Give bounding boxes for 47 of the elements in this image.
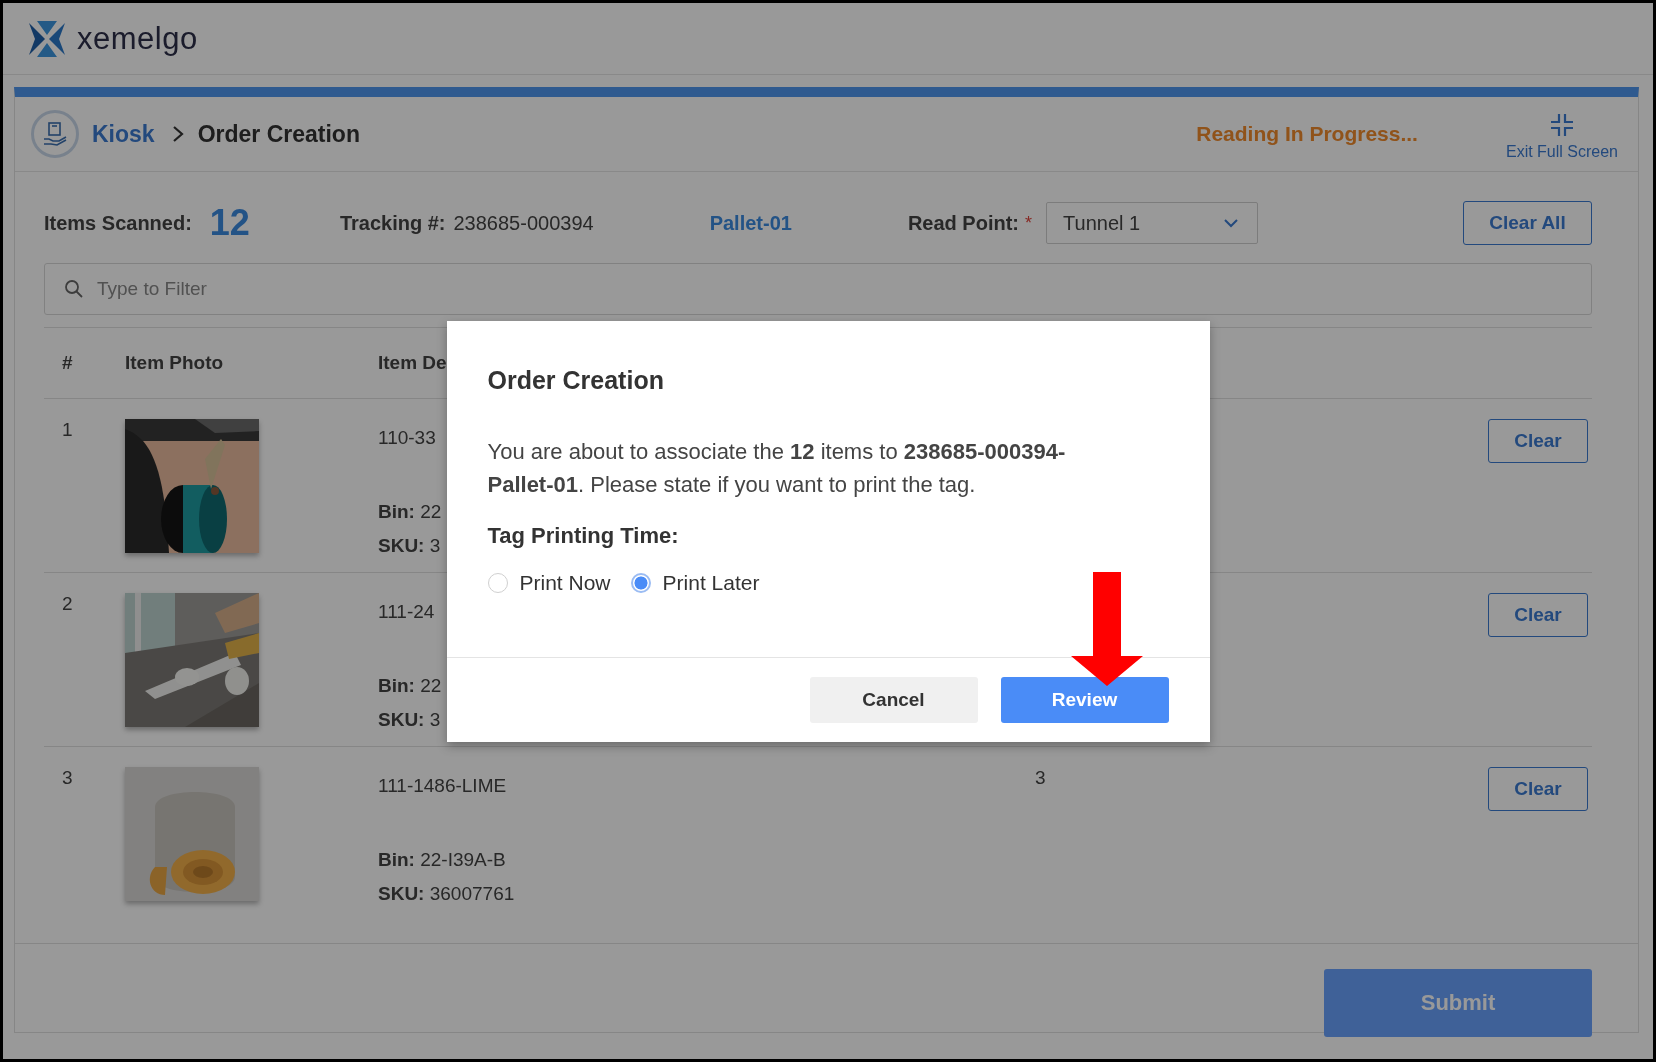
tracking-label: Tracking #: xyxy=(339,211,446,235)
exit-full-screen-button[interactable]: Exit Full Screen xyxy=(1505,113,1618,161)
reading-status: Reading In Progress... xyxy=(1196,122,1418,146)
row-number: 3 xyxy=(62,767,74,790)
row-number: 1 xyxy=(62,419,74,442)
clear-all-button[interactable]: Clear All xyxy=(1463,201,1592,245)
required-mark: * xyxy=(1025,212,1033,234)
collapse-icon xyxy=(1549,113,1574,137)
cancel-button[interactable]: Cancel xyxy=(809,676,978,723)
tracking-number: 238685-000394 xyxy=(453,211,594,235)
search-icon xyxy=(64,279,84,299)
row-number: 2 xyxy=(62,593,74,616)
bin-text: Bin: 22 xyxy=(378,675,442,697)
column-header: Item Photo xyxy=(125,352,225,374)
read-point-dropdown[interactable]: Tunnel 1 xyxy=(1046,202,1259,244)
clear-button[interactable]: Clear xyxy=(1488,767,1588,811)
dialog-message: You are about to associate the 12 items to 238685-000394-Pallet-01. Please state if you want to print the tag. xyxy=(487,437,1067,499)
quantity: 3 xyxy=(1035,767,1046,788)
item-code: 111-1486-LIME xyxy=(378,775,507,797)
radio-option[interactable]: Print Now xyxy=(487,570,611,595)
sku-text: SKU: 3 xyxy=(378,709,441,731)
page-title: Order Creation xyxy=(197,120,360,148)
breadcrumb-link[interactable]: Kiosk xyxy=(92,120,155,148)
kiosk-icon xyxy=(31,110,79,158)
option-label: Tag Printing Time: xyxy=(487,522,680,549)
sku-text: SKU: 3 xyxy=(378,535,441,557)
column-header: Item De xyxy=(378,352,448,374)
sku-text: SKU: 36007761 xyxy=(378,883,515,905)
review-button[interactable]: Review xyxy=(1000,676,1169,723)
column-header: # xyxy=(62,352,74,374)
items-scanned-label: Items Scanned: xyxy=(44,211,192,235)
radio-option[interactable]: Print Later xyxy=(630,570,760,595)
brand-name: xemelgo xyxy=(77,20,198,57)
filter-field[interactable]: Type to Filter xyxy=(44,263,1592,315)
read-point-label: Read Point: xyxy=(907,211,1019,235)
dialog-title: Order Creation xyxy=(487,365,665,395)
clear-button[interactable]: Clear xyxy=(1488,593,1588,637)
chevron-down-icon xyxy=(1223,218,1240,228)
submit-button[interactable]: Submit xyxy=(1324,969,1592,1037)
pallet-link[interactable]: Pallet-01 xyxy=(709,211,792,235)
bin-text: Bin: 22-I39A-B xyxy=(378,849,506,871)
items-count: 12 xyxy=(209,202,250,244)
item-code: 111-24 xyxy=(378,601,435,623)
item-code: 110-33 xyxy=(378,427,436,449)
logo-icon xyxy=(29,20,65,57)
bin-text: Bin: 22 xyxy=(378,501,442,523)
clear-button[interactable]: Clear xyxy=(1488,419,1588,463)
